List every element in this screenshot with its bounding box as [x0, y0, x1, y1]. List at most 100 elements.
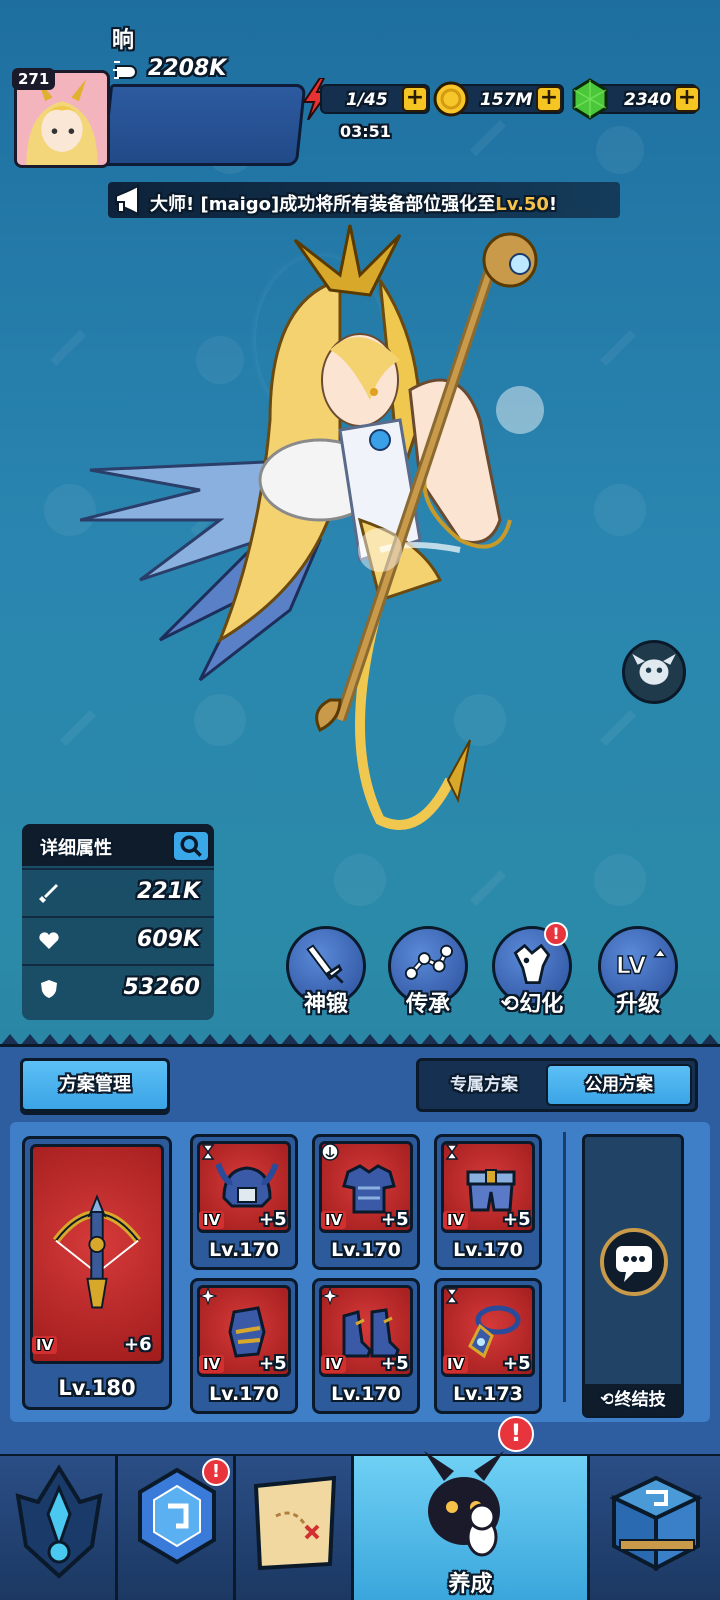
chat-bubble-icon — [616, 1246, 652, 1282]
attack-row: 221K — [22, 868, 214, 914]
gear-plus: +5 — [259, 1353, 287, 1374]
gear-slot-boots[interactable]: IV +5 Lv.170 — [312, 1278, 420, 1414]
gear-tier: IV — [443, 1355, 469, 1373]
heart-icon — [39, 932, 59, 949]
gear-plus: +5 — [259, 1209, 287, 1230]
anchor-icon — [321, 1143, 339, 1161]
attack-sword-icon — [39, 884, 58, 903]
weapon-plus: +6 — [124, 1334, 152, 1355]
megaphone-icon — [115, 184, 139, 216]
stamina-timer: 03:51 — [340, 122, 391, 141]
player-profile[interactable]: 271 — [12, 68, 307, 168]
add-stamina-button[interactable]: + — [402, 86, 428, 112]
ultimate-skill-label: ⟲终结技 — [584, 1384, 682, 1416]
skin-switch-button[interactable] — [622, 640, 686, 704]
add-gold-button[interactable]: + — [536, 86, 562, 112]
defense-row: 53260 — [22, 964, 214, 1010]
ultimate-skill-icon-frame[interactable] — [600, 1228, 668, 1296]
inherit-button[interactable]: 传承 — [386, 926, 470, 1022]
nav-dungeon-badge: ! — [202, 1458, 230, 1486]
weapon-level: Lv.180 — [58, 1376, 136, 1400]
gear-level: Lv.170 — [209, 1383, 279, 1405]
gear-slot-belt[interactable]: IV +5 Lv.170 — [434, 1134, 542, 1270]
nav-dungeon[interactable]: ! — [118, 1456, 236, 1600]
treasure-map-icon — [253, 1475, 337, 1571]
player-name: 晌 — [112, 28, 135, 53]
shield-icon — [41, 980, 57, 998]
plan-manage-button[interactable]: 方案管理 — [20, 1058, 170, 1112]
attack-value: 221K — [137, 879, 200, 904]
crossbow-icon — [52, 1194, 142, 1309]
player-level: 271 — [12, 68, 56, 90]
stamina-value: 1/45 — [346, 90, 388, 110]
shop-chest-icon — [609, 1475, 703, 1572]
nav-hero[interactable] — [0, 1456, 118, 1600]
announcement-suffix: ! — [548, 194, 558, 215]
attribute-detail-button[interactable] — [172, 830, 210, 862]
gear-plus: +5 — [503, 1209, 531, 1230]
nav-map[interactable] — [236, 1456, 354, 1600]
level-up-button[interactable]: LV 升级 — [596, 926, 680, 1022]
forge-button[interactable]: 神锻 — [284, 926, 368, 1022]
player-name-box — [101, 84, 307, 166]
tab-public-plan[interactable]: 公用方案 — [546, 1064, 692, 1106]
announcement-text: 大师! [maigo]成功将所有装备部位强化至Lv.50! — [150, 190, 557, 216]
hp-value: 609K — [137, 927, 200, 952]
attribute-title: 详细属性 — [40, 838, 112, 859]
gear-tier: IV — [199, 1211, 225, 1229]
transform-button[interactable]: ! ⟲幻化 — [490, 922, 574, 1022]
weapon-slot-frame — [30, 1144, 164, 1364]
gear-tier: IV — [199, 1355, 225, 1373]
spark-icon — [199, 1287, 217, 1305]
gold-coin-icon — [433, 81, 469, 117]
transform-label-text: 幻化 — [519, 992, 564, 1017]
gold-value: 157M — [480, 90, 533, 110]
gear-level: Lv.173 — [453, 1383, 523, 1405]
tab-exclusive-plan[interactable]: 专属方案 — [424, 1064, 544, 1106]
gem-value: 2340 — [624, 90, 672, 110]
weapon-tier: IV — [32, 1336, 58, 1354]
announcement-highlight: Lv.50 — [495, 194, 549, 215]
gear-level: Lv.170 — [209, 1239, 279, 1261]
ultimate-label-text: 终结技 — [614, 1390, 666, 1410]
nav-shop[interactable] — [590, 1456, 720, 1600]
gear-tier: IV — [443, 1211, 469, 1229]
transform-alert-badge: ! — [544, 922, 568, 946]
forge-label: 神锻 — [303, 992, 348, 1017]
gear-level: Lv.170 — [331, 1239, 401, 1261]
nav-nurture-badge: ! — [498, 1416, 534, 1452]
gear-slot-armor[interactable]: IV +5 Lv.170 — [312, 1134, 420, 1270]
attribute-panel: 详细属性 221K 609K 53260 — [22, 824, 214, 1020]
refresh-icon: ⟲ — [600, 1390, 615, 1410]
add-gem-button[interactable]: + — [674, 86, 700, 112]
power-fist-icon — [113, 61, 137, 79]
announcement-prefix: 大师! [maigo]成功将所有装备部位强化至 — [150, 194, 496, 215]
hp-row: 609K — [22, 916, 214, 962]
gear-slot-gauntlet[interactable]: IV +5 Lv.170 — [190, 1278, 298, 1414]
nurture-character-icon — [424, 1451, 504, 1557]
gear-plus: +5 — [503, 1353, 531, 1374]
hero-crest-icon — [15, 1464, 103, 1579]
svg-text:LV: LV — [616, 951, 647, 979]
hourglass-icon — [445, 1144, 459, 1160]
hourglass-icon — [445, 1288, 459, 1304]
hourglass-icon — [201, 1144, 215, 1160]
gear-plus: +5 — [381, 1353, 409, 1374]
nav-nurture[interactable]: ! 养成 — [354, 1416, 590, 1600]
player-power: 2208K — [148, 56, 227, 81]
search-icon — [180, 835, 202, 857]
gear-slot-helmet[interactable]: IV +5 Lv.170 — [190, 1134, 298, 1270]
nav-nurture-label: 养成 — [448, 1572, 493, 1597]
gear-slot-amulet[interactable]: IV +5 Lv.173 — [434, 1278, 542, 1414]
gear-level: Lv.170 — [453, 1239, 523, 1261]
defense-value: 53260 — [123, 975, 200, 1000]
level-up-label: 升级 — [615, 992, 660, 1017]
gear-level: Lv.170 — [331, 1383, 401, 1405]
gear-plus: +5 — [381, 1209, 409, 1230]
hero-character-portrait[interactable] — [80, 220, 600, 850]
refresh-icon: ⟲ — [500, 992, 520, 1017]
transform-label: ⟲幻化 — [490, 986, 574, 1018]
plan-manage-label: 方案管理 — [59, 1074, 131, 1095]
imp-skin-icon — [632, 653, 676, 685]
gear-tier: IV — [321, 1211, 347, 1229]
